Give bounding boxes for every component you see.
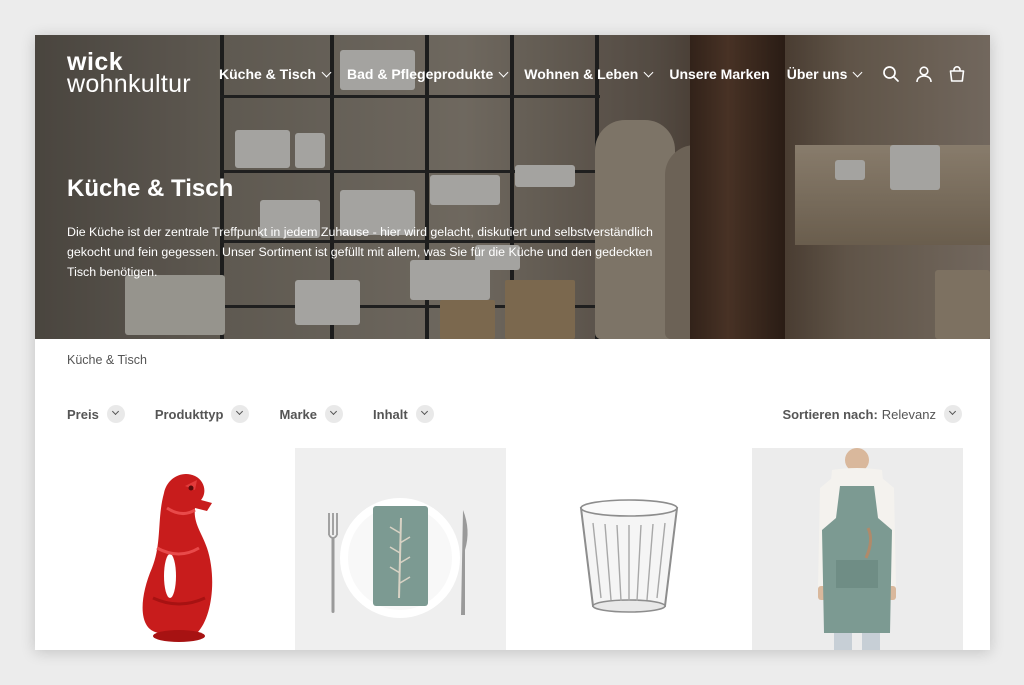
nav-item-kueche-tisch[interactable]: Küche & Tisch (219, 66, 332, 82)
nav-item-ueber-uns[interactable]: Über uns (786, 66, 863, 82)
filter-label: Produkttyp (154, 406, 224, 422)
filter-produkttyp[interactable]: Produkttyp (155, 405, 250, 423)
nav-label: Küche & Tisch (219, 66, 316, 82)
breadcrumb[interactable]: Küche & Tisch (67, 353, 147, 367)
chevron-down-icon[interactable] (106, 405, 125, 423)
nav-label: Bad & Pflegeprodukte (347, 66, 494, 82)
hero-description: Die Küche ist der zentrale Treffpunkt in… (67, 225, 653, 279)
nav-label: Über uns (786, 66, 848, 82)
logo[interactable]: wick wohnkultur (67, 50, 191, 98)
chevron-down-icon[interactable] (944, 405, 962, 423)
product-image-linen-apron[interactable] (752, 448, 963, 650)
product-card[interactable] (295, 448, 506, 650)
product-card[interactable] (752, 448, 963, 650)
page-title: Küche & Tisch (67, 175, 234, 202)
product-card[interactable] (523, 448, 734, 650)
sort-control[interactable]: Sortieren nach: Relevanz (782, 405, 962, 423)
sort-value: Relevanz (881, 406, 936, 422)
product-card[interactable] (67, 448, 278, 650)
product-image-glass-tumbler[interactable] (523, 448, 734, 650)
filter-label: Preis (67, 406, 99, 422)
chevron-down-icon[interactable] (415, 405, 434, 423)
cart-icon[interactable] (948, 65, 966, 83)
filter-label: Inhalt (373, 406, 408, 422)
nav-label: Wohnen & Leben (524, 66, 639, 82)
nav-item-wohnen-leben[interactable]: Wohnen & Leben (524, 66, 654, 82)
logo-line2: wohnkultur (67, 70, 191, 98)
search-icon[interactable] (882, 65, 900, 83)
chevron-down-icon (321, 67, 332, 77)
browser-window: wick wohnkultur Küche & Tisch Bad & Pfle… (35, 35, 990, 650)
sort-label: Sortieren nach: (782, 406, 878, 422)
chevron-down-icon[interactable] (325, 405, 344, 423)
nav-item-unsere-marken[interactable]: Unsere Marken (669, 66, 769, 82)
product-grid (35, 448, 990, 650)
chevron-down-icon (643, 67, 654, 77)
account-icon[interactable] (915, 65, 933, 83)
product-image-place-setting[interactable] (295, 448, 506, 650)
chevron-down-icon[interactable] (231, 405, 250, 423)
header-icons (882, 65, 966, 83)
filter-preis[interactable]: Preis (67, 405, 125, 423)
main-nav: Küche & Tisch Bad & Pflegeprodukte Wohne… (219, 66, 878, 82)
filter-bar: Preis Produkttyp Marke Inhalt (67, 405, 464, 423)
product-image-fish-jug[interactable] (67, 448, 278, 650)
chevron-down-icon (498, 67, 509, 77)
filter-marke[interactable]: Marke (279, 405, 344, 423)
filter-label: Marke (279, 406, 318, 422)
filter-inhalt[interactable]: Inhalt (373, 405, 434, 423)
hero-banner: wick wohnkultur Küche & Tisch Bad & Pfle… (35, 35, 990, 339)
nav-label: Unsere Marken (669, 66, 770, 82)
nav-item-bad-pflege[interactable]: Bad & Pflegeprodukte (347, 66, 509, 82)
chevron-down-icon (852, 67, 863, 77)
